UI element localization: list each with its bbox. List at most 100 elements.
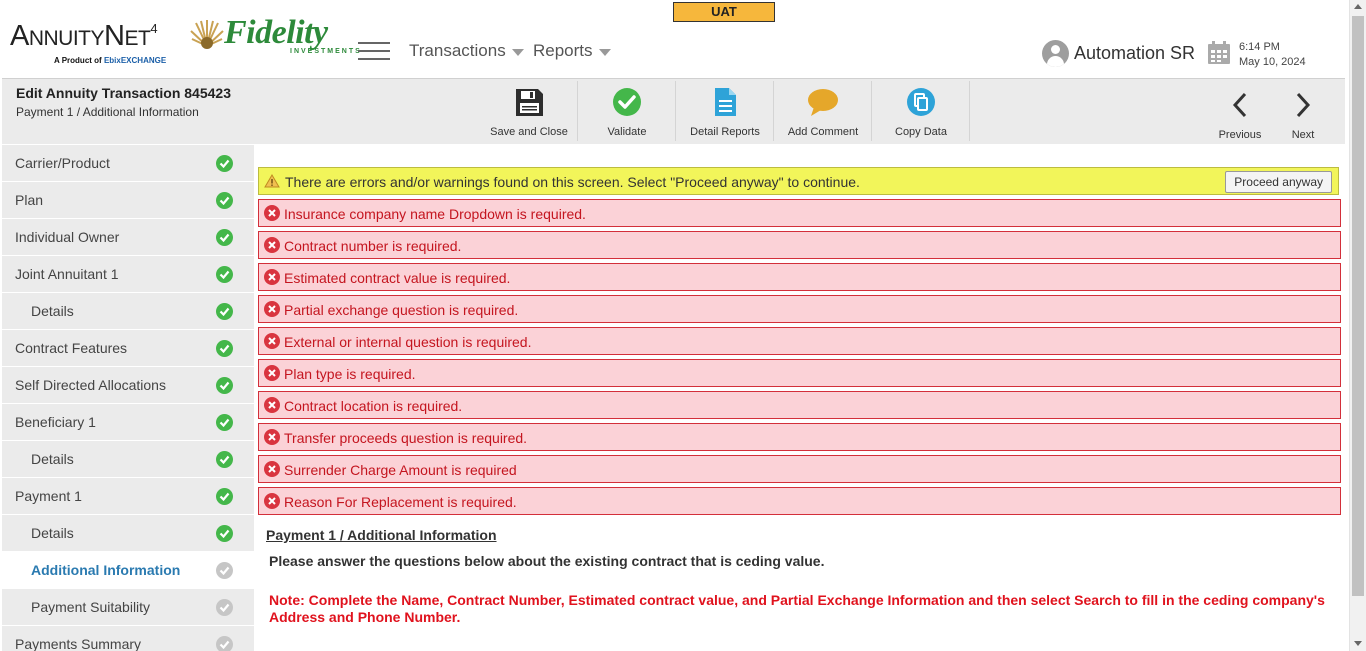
vertical-scrollbar[interactable] <box>1349 0 1366 651</box>
annuitynet-byline: A Product of EbixEXCHANGE <box>54 56 167 65</box>
error-x-icon <box>264 493 280 509</box>
sidebar-item-contract-features[interactable]: Contract Features <box>2 330 254 367</box>
chevron-down-icon <box>598 48 611 56</box>
scroll-down-arrow-icon[interactable] <box>1354 641 1362 646</box>
validate-check-icon <box>613 88 641 116</box>
add-comment-button[interactable]: Add Comment <box>775 81 872 141</box>
proceed-anyway-button[interactable]: Proceed anyway <box>1225 171 1332 193</box>
sidebar-item-label: Details <box>31 303 74 319</box>
detail-reports-label: Detail Reports <box>690 126 760 138</box>
error-message: Contract location is required. <box>258 391 1341 419</box>
main-content: There are errors and/or warnings found o… <box>256 145 1346 651</box>
datetime: 6:14 PM May 10, 2024 <box>1239 40 1306 70</box>
save-and-close-label: Save and Close <box>490 126 568 138</box>
sidebar-item-individual-owner[interactable]: Individual Owner <box>2 219 254 256</box>
validate-label: Validate <box>607 126 647 138</box>
error-message: Surrender Charge Amount is required <box>258 455 1341 483</box>
instructions-text: Please answer the questions below about … <box>269 553 825 569</box>
sidebar-item-self-directed-allocations[interactable]: Self Directed Allocations <box>2 367 254 404</box>
error-message: Plan type is required. <box>258 359 1341 387</box>
copy-data-label: Copy Data <box>895 126 947 138</box>
error-x-icon <box>264 237 280 253</box>
scroll-up-arrow-icon[interactable] <box>1354 4 1362 9</box>
next-button[interactable]: Next <box>1280 81 1326 141</box>
section-title: Payment 1 / Additional Information <box>266 527 497 543</box>
error-x-icon <box>264 365 280 381</box>
validate-button[interactable]: Validate <box>579 81 676 141</box>
calendar-icon <box>1208 41 1230 64</box>
transaction-title: Edit Annuity Transaction 845423 <box>16 85 231 101</box>
error-text: Transfer proceeds question is required. <box>284 430 528 446</box>
user-name: Automation SR <box>1074 43 1196 63</box>
sidebar-item-beneficiary-1[interactable]: Beneficiary 1 <box>2 404 254 441</box>
comment-bubble-icon <box>808 89 838 116</box>
user-menu[interactable]: Automation SR <box>1042 40 1195 67</box>
sidebar-item-label: Details <box>31 451 74 467</box>
annuitynet-logo[interactable]: ANNUITYNET4 A Product of EbixEXCHANGE <box>10 14 166 65</box>
complete-check-icon <box>216 229 233 246</box>
error-text: Plan type is required. <box>284 366 416 382</box>
error-text: External or internal question is require… <box>284 334 532 350</box>
sidebar-item-joint-annuitant-1[interactable]: Joint Annuitant 1 <box>2 256 254 293</box>
current-time: 6:14 PM <box>1239 41 1280 53</box>
error-x-icon <box>264 333 280 349</box>
error-x-icon <box>264 301 280 317</box>
fidelity-sunburst-icon <box>190 20 224 49</box>
sidebar-item-plan[interactable]: Plan <box>2 182 254 219</box>
nav-reports-label: Reports <box>533 41 593 60</box>
error-text: Surrender Charge Amount is required <box>284 462 517 478</box>
sidebar-item-beneficiary-details[interactable]: Details <box>2 441 254 478</box>
incomplete-check-icon <box>216 562 233 579</box>
error-x-icon <box>264 205 280 221</box>
current-date: May 10, 2024 <box>1239 56 1306 68</box>
menu-hamburger-icon[interactable] <box>358 42 390 60</box>
sidebar-item-payment-details[interactable]: Details <box>2 515 254 552</box>
sidebar-item-payment-suitability[interactable]: Payment Suitability <box>2 589 254 626</box>
sidebar-item-additional-information[interactable]: Additional Information <box>2 552 254 589</box>
nav-transactions-dropdown[interactable]: Transactions <box>409 41 524 61</box>
complete-check-icon <box>216 192 233 209</box>
complete-check-icon <box>216 414 233 431</box>
sidebar-item-carrier-product[interactable]: Carrier/Product <box>2 145 254 182</box>
nav-transactions-label: Transactions <box>409 41 506 60</box>
error-message: Transfer proceeds question is required. <box>258 423 1341 451</box>
error-text: Contract number is required. <box>284 238 462 254</box>
sidebar-item-joint-annuitant-details[interactable]: Details <box>2 293 254 330</box>
complete-check-icon <box>216 488 233 505</box>
user-avatar-icon <box>1042 40 1069 67</box>
scrollbar-thumb[interactable] <box>1352 16 1364 596</box>
error-text: Contract location is required. <box>284 398 463 414</box>
sidebar-item-label: Additional Information <box>31 562 181 578</box>
fidelity-logo-subtext: INVESTMENTS <box>290 48 362 55</box>
sidebar-item-label: Individual Owner <box>15 229 120 245</box>
error-message: Partial exchange question is required. <box>258 295 1341 323</box>
complete-check-icon <box>216 266 233 283</box>
sidebar-item-label: Self Directed Allocations <box>15 377 166 393</box>
error-text: Insurance company name Dropdown is requi… <box>284 206 586 222</box>
complete-check-icon <box>216 451 233 468</box>
error-message: Estimated contract value is required. <box>258 263 1341 291</box>
environment-badge: UAT <box>673 2 775 22</box>
transaction-toolbar: Edit Annuity Transaction 845423 Payment … <box>2 78 1345 144</box>
error-text: Estimated contract value is required. <box>284 270 511 286</box>
save-and-close-button[interactable]: Save and Close <box>481 81 578 141</box>
sidebar-item-label: Plan <box>15 192 44 208</box>
sidebar-item-label: Joint Annuitant 1 <box>15 266 119 282</box>
save-disk-icon <box>516 89 543 116</box>
error-x-icon <box>264 429 280 445</box>
sidebar-item-payments-summary[interactable]: Payments Summary <box>2 626 254 651</box>
chevron-down-icon <box>511 48 524 56</box>
previous-button[interactable]: Previous <box>1213 81 1267 141</box>
error-x-icon <box>264 461 280 477</box>
copy-icon <box>907 88 935 116</box>
sidebar-item-label: Payment Suitability <box>31 599 151 615</box>
section-sidebar: Carrier/Product Plan Individual Owner Jo… <box>2 145 254 651</box>
copy-data-button[interactable]: Copy Data <box>873 81 970 141</box>
fidelity-logo: Fidelity INVESTMENTS <box>190 16 362 55</box>
warning-triangle-icon <box>264 174 280 188</box>
detail-reports-button[interactable]: Detail Reports <box>677 81 774 141</box>
chevron-right-icon <box>1296 92 1311 118</box>
previous-label: Previous <box>1218 129 1262 141</box>
nav-reports-dropdown[interactable]: Reports <box>533 41 611 61</box>
sidebar-item-payment-1[interactable]: Payment 1 <box>2 478 254 515</box>
